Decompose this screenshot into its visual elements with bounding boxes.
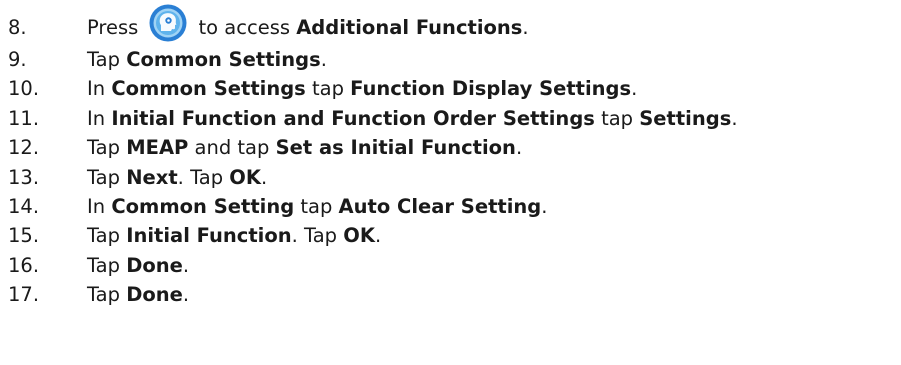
step-bold-term: OK [343,224,375,248]
step-number: 12. [8,136,40,160]
step-text-fragment: tap [294,194,339,218]
step-text-fragment: Tap [87,48,127,71]
step-number: 15. [8,224,40,248]
step-number: 9. [8,48,27,71]
step-text-fragment: . [260,165,268,189]
step-number: 17. [8,283,40,307]
step-bold-term: Done [126,253,183,277]
instruction-steps-list: 8. Press to access Additional Functions. 9… [8,3,898,310]
step-text-fragment: to access [198,16,297,39]
step-text-fragment: . [631,77,638,101]
step-text-fragment: . [731,106,738,130]
step-text-fragment: . [320,48,327,71]
step-text: In Common Setting tap Auto Clear Setting… [87,192,547,221]
step-text: Tap Next. Tap OK. [87,163,267,192]
step-bold-term: Common Settings [111,77,306,101]
step-text-fragment: Tap [87,136,127,160]
step-item: 16. Tap Done. [8,251,898,280]
step-item: 9. Tap Common Settings. [8,45,898,74]
step-bold-term: Auto Clear Setting [338,194,542,218]
step-text-fragment: In [87,194,112,218]
step-item: 10. In Common Settings tap Function Displ… [8,74,898,103]
step-number: 13. [8,165,40,189]
step-text: Tap MEAP and tap Set as Initial Function… [87,133,522,162]
step-text-fragment: . [374,224,382,248]
step-text: Tap Done. [87,251,189,280]
step-item: 14. In Common Setting tap Auto Clear Sett… [8,192,898,221]
step-text-fragment: . [182,283,190,307]
step-item: 17. Tap Done. [8,280,898,309]
step-text-fragment: . [541,194,548,218]
step-text-fragment: In [87,106,112,130]
step-bold-term: Common Settings [126,48,321,71]
step-bold-term: Additional Functions [296,16,523,39]
step-text: In Common Settings tap Function Display … [87,74,637,103]
step-text: Tap Common Settings. [87,45,327,74]
step-bold-term: Done [126,283,183,307]
step-text: In Initial Function and Function Order S… [87,104,738,133]
step-text-fragment: In [87,77,112,101]
step-item: 13. Tap Next. Tap OK. [8,163,898,192]
step-text-fragment: . [182,253,190,277]
step-bold-term: Settings [639,106,732,130]
step-text-fragment: . Tap [177,165,230,189]
step-item: 15. Tap Initial Function. Tap OK. [8,221,898,250]
step-number: 16. [8,253,40,277]
step-text-fragment: tap [594,106,640,130]
step-text-fragment: Tap [87,165,127,189]
additional-functions-icon [148,3,188,43]
step-text-fragment: Press [87,16,145,39]
step-bold-term: Set as Initial Function [275,136,516,160]
step-bold-term: Function Display Settings [350,77,632,101]
step-number: 14. [8,194,40,218]
step-text-fragment: Tap [87,283,127,307]
step-text-fragment: and tap [188,136,276,160]
step-text: Tap Done. [87,280,189,309]
step-text-fragment: Tap [87,224,127,248]
step-number: 10. [8,77,40,101]
step-text-fragment: . [515,136,523,160]
step-number: 11. [8,106,40,130]
step-bold-term: Next [126,165,178,189]
step-bold-term: MEAP [126,136,189,160]
step-item: 11. In Initial Function and Function Orde… [8,104,898,133]
step-text-fragment: tap [305,77,351,101]
step-text: Tap Initial Function. Tap OK. [87,221,381,250]
step-text-fragment: Tap [87,253,127,277]
step-text-fragment: . Tap [291,224,344,248]
step-bold-term: OK [229,165,261,189]
step-bold-term: Initial Function [126,224,292,248]
step-text-fragment: . [522,16,529,39]
step-bold-term: Initial Function and Function Order Sett… [111,106,595,130]
step-bold-term: Common Setting [111,194,295,218]
step-item: 12. Tap MEAP and tap Set as Initial Funct… [8,133,898,162]
step-item: 8. Press to access Additional Functions. [8,3,898,45]
